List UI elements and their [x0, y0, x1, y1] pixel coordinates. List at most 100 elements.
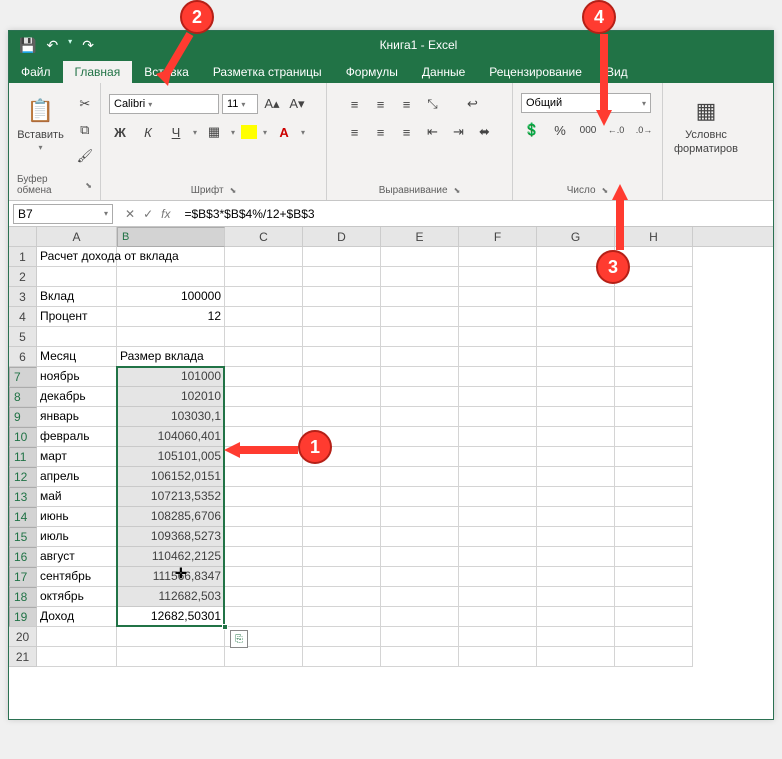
- cell-empty[interactable]: [537, 387, 615, 407]
- cell-empty[interactable]: [303, 587, 381, 607]
- cell-A3[interactable]: Вклад: [37, 287, 117, 307]
- cell-empty[interactable]: [615, 387, 693, 407]
- cell-empty[interactable]: [225, 527, 303, 547]
- cell-empty[interactable]: [381, 347, 459, 367]
- cell-empty[interactable]: [381, 507, 459, 527]
- cell-empty[interactable]: [225, 467, 303, 487]
- row-header-13[interactable]: 13: [9, 487, 37, 507]
- row-header-11[interactable]: 11: [9, 447, 37, 467]
- cell-empty[interactable]: [303, 547, 381, 567]
- orientation-icon[interactable]: ⤡: [422, 93, 444, 115]
- tab-data[interactable]: Данные: [410, 61, 477, 83]
- chevron-down-icon[interactable]: ▾: [263, 128, 267, 137]
- cell-empty[interactable]: [537, 347, 615, 367]
- row-header-6[interactable]: 6: [9, 347, 37, 367]
- cell-empty[interactable]: [537, 607, 615, 627]
- cell-empty[interactable]: [381, 327, 459, 347]
- cell-empty[interactable]: [537, 327, 615, 347]
- increase-font-icon[interactable]: A▴: [261, 93, 283, 115]
- cell-A9[interactable]: январь: [37, 407, 117, 427]
- cancel-icon[interactable]: ✕: [125, 207, 135, 221]
- cell-empty[interactable]: [459, 567, 537, 587]
- row-header-12[interactable]: 12: [9, 467, 37, 487]
- cell-empty[interactable]: [303, 307, 381, 327]
- cell-empty[interactable]: [381, 387, 459, 407]
- cell-empty[interactable]: [381, 547, 459, 567]
- tab-home[interactable]: Главная: [63, 61, 133, 83]
- cell-empty[interactable]: [303, 367, 381, 387]
- cell-empty[interactable]: [459, 307, 537, 327]
- column-header-C[interactable]: C: [225, 227, 303, 246]
- cell-empty[interactable]: [303, 327, 381, 347]
- cell-empty[interactable]: [615, 367, 693, 387]
- cell-empty[interactable]: [615, 487, 693, 507]
- spreadsheet-grid[interactable]: A B C D E F G H 123456789101112131415161…: [9, 227, 773, 247]
- column-header-E[interactable]: E: [381, 227, 459, 246]
- chevron-down-icon[interactable]: ▾: [301, 128, 305, 137]
- cell-A4[interactable]: Процент: [37, 307, 117, 327]
- tab-formulas[interactable]: Формулы: [334, 61, 410, 83]
- cell-empty[interactable]: [303, 247, 381, 267]
- wrap-text-icon[interactable]: ↩: [462, 93, 484, 115]
- cell-empty[interactable]: [459, 527, 537, 547]
- cell-empty[interactable]: [381, 587, 459, 607]
- cell-empty[interactable]: [303, 567, 381, 587]
- formula-input[interactable]: =$B$3*$B$4%/12+$B$3: [178, 207, 773, 221]
- cell-empty[interactable]: [303, 347, 381, 367]
- cell-empty[interactable]: [537, 467, 615, 487]
- cell-A20[interactable]: [37, 627, 117, 647]
- name-box[interactable]: B7▾: [13, 204, 113, 224]
- row-header-20[interactable]: 20: [9, 627, 37, 647]
- cell-empty[interactable]: [381, 447, 459, 467]
- cell-empty[interactable]: [615, 607, 693, 627]
- cell-empty[interactable]: [615, 527, 693, 547]
- cell-empty[interactable]: [225, 567, 303, 587]
- cell-empty[interactable]: [381, 527, 459, 547]
- enter-icon[interactable]: ✓: [143, 207, 153, 221]
- cell-empty[interactable]: [537, 407, 615, 427]
- row-header-15[interactable]: 15: [9, 527, 37, 547]
- cell-B3[interactable]: 100000: [117, 287, 225, 307]
- cell-empty[interactable]: [615, 547, 693, 567]
- launcher-icon[interactable]: ⬊: [454, 186, 461, 195]
- cell-A2[interactable]: [37, 267, 117, 287]
- cell-empty[interactable]: [381, 567, 459, 587]
- align-right-icon[interactable]: ≡: [396, 121, 418, 143]
- cell-empty[interactable]: [537, 487, 615, 507]
- column-header-G[interactable]: G: [537, 227, 615, 246]
- cell-empty[interactable]: [381, 407, 459, 427]
- launcher-icon[interactable]: ⬊: [85, 181, 92, 190]
- font-color-icon[interactable]: A: [273, 121, 295, 143]
- cell-empty[interactable]: [225, 507, 303, 527]
- cell-B20[interactable]: [117, 627, 225, 647]
- cell-empty[interactable]: [303, 287, 381, 307]
- cells[interactable]: Расчет дохода от вкладаВклад100000Процен…: [37, 247, 693, 667]
- cell-empty[interactable]: [615, 407, 693, 427]
- cell-empty[interactable]: [615, 447, 693, 467]
- percent-format-icon[interactable]: %: [549, 119, 571, 141]
- cell-A14[interactable]: июнь: [37, 507, 117, 527]
- cell-empty[interactable]: [537, 527, 615, 547]
- cell-B12[interactable]: 106152,0151: [117, 467, 225, 487]
- row-header-7[interactable]: 7: [9, 367, 37, 387]
- cell-A19[interactable]: Доход: [37, 607, 117, 627]
- cell-B1[interactable]: [117, 247, 225, 267]
- cell-A17[interactable]: сентябрь: [37, 567, 117, 587]
- cell-empty[interactable]: [381, 367, 459, 387]
- cell-empty[interactable]: [303, 647, 381, 667]
- fill-handle[interactable]: [222, 624, 228, 630]
- bold-button[interactable]: Ж: [109, 121, 131, 143]
- cell-empty[interactable]: [225, 307, 303, 327]
- cell-empty[interactable]: [615, 587, 693, 607]
- cell-B15[interactable]: 109368,5273: [117, 527, 225, 547]
- cell-empty[interactable]: [303, 467, 381, 487]
- italic-button[interactable]: К: [137, 121, 159, 143]
- row-header-5[interactable]: 5: [9, 327, 37, 347]
- cell-empty[interactable]: [381, 307, 459, 327]
- cell-empty[interactable]: [459, 387, 537, 407]
- cell-empty[interactable]: [615, 307, 693, 327]
- row-header-10[interactable]: 10: [9, 427, 37, 447]
- undo-dropdown-icon[interactable]: ▾: [68, 37, 72, 54]
- undo-icon[interactable]: ↶: [46, 37, 58, 54]
- cell-B6[interactable]: Размер вклада: [117, 347, 225, 367]
